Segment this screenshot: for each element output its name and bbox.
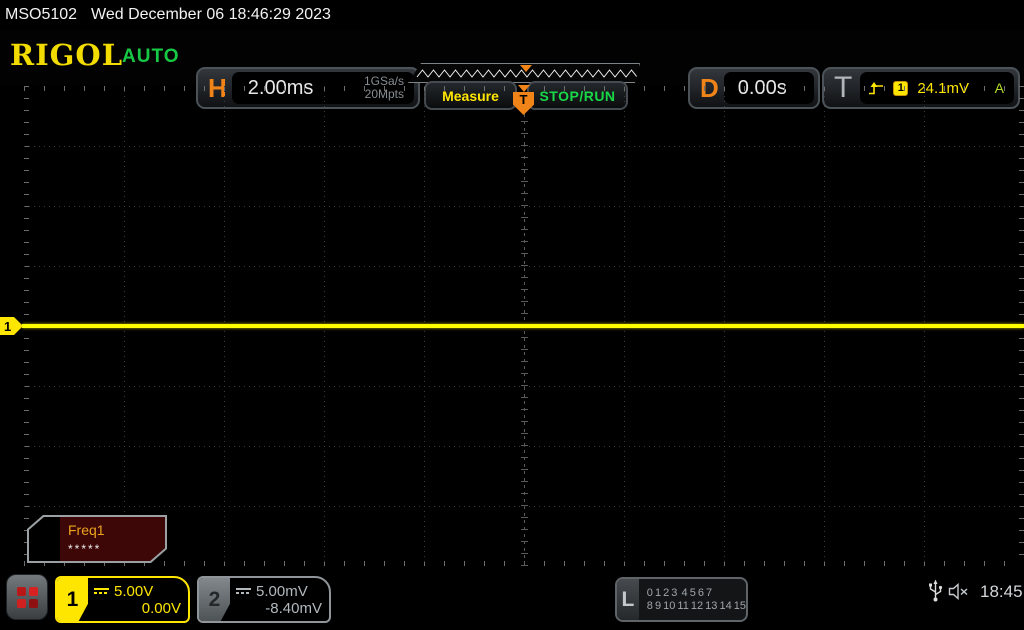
graticule-grid-line — [24, 386, 1024, 387]
measurement-text-area: Freq1 ***** — [60, 517, 165, 561]
graticule-grid-line — [24, 506, 1024, 507]
memory-position-indicator[interactable] — [408, 63, 640, 83]
ch1-position-marker[interactable]: 1 — [0, 317, 23, 335]
channel-2-scale: 5.00mV — [256, 582, 308, 600]
dc-coupling-icon — [94, 588, 109, 594]
logic-channel-numbers: 0 1 2 3 4 5 6 7 8 9 10 11 12 13 14 15 — [639, 579, 746, 620]
ch1-marker-label: 1 — [4, 318, 12, 334]
graticule-grid-line — [24, 266, 1024, 267]
channel-1-number: 1 — [57, 578, 88, 621]
measurement-label: Freq1 — [68, 522, 105, 538]
usb-icon — [929, 579, 943, 602]
memory-trigger-position-icon — [520, 65, 532, 72]
measurement-item-freq1[interactable]: Freq1 ***** — [27, 515, 167, 563]
measurement-item-inner: Freq1 ***** — [29, 517, 165, 561]
trigger-position-arrow-icon — [518, 85, 530, 92]
dc-coupling-icon — [236, 588, 251, 594]
windows-button[interactable] — [6, 574, 48, 620]
channel-2-status[interactable]: 2 5.00mV -8.40mV — [197, 576, 331, 623]
graticule-grid-line — [24, 146, 1024, 147]
logic-analyzer-label: L — [617, 579, 639, 620]
header-bar: RIGOL AUTO H 2.00ms 1GSa/s 20Mpts Measur… — [0, 30, 1024, 110]
channel-2-number: 2 — [199, 578, 230, 621]
channel-1-values: 5.00V 0.00V — [88, 578, 188, 621]
acquire-mode-label: AUTO — [122, 46, 180, 67]
graticule-grid-line — [24, 446, 1024, 447]
status-bar: MSO5102 Wed December 06 18:46:29 2023 — [0, 0, 1024, 30]
logic-analyzer-status[interactable]: L 0 1 2 3 4 5 6 7 8 9 10 11 12 13 14 15 — [615, 577, 748, 622]
ch1-waveform-trace — [22, 324, 1024, 328]
channel-1-scale: 5.00V — [114, 582, 154, 600]
channel-2-offset: -8.40mV — [265, 599, 322, 617]
model-label: MSO5102 — [5, 6, 78, 23]
graticule-grid-line — [24, 206, 1024, 207]
datetime-label: Wed December 06 18:46:29 2023 — [91, 6, 331, 23]
oscilloscope-screen: MSO5102 Wed December 06 18:46:29 2023 RI… — [0, 0, 1024, 630]
windows-icon — [16, 586, 38, 608]
channel-1-status[interactable]: 1 5.00V 0.00V — [55, 576, 190, 623]
speaker-muted-icon — [948, 583, 968, 600]
channel-2-values: 5.00mV -8.40mV — [230, 578, 329, 621]
brand-logo: RIGOL — [10, 38, 124, 72]
channel-1-offset: 0.00V — [141, 599, 181, 617]
bottom-bar: 1 5.00V 0.00V 2 5.00mV -8.40mV L 0 1 2 3… — [0, 570, 1024, 630]
measurement-value: ***** — [68, 542, 102, 556]
clock-label: 18:45 — [980, 582, 1023, 601]
logic-channels-row1: 0 1 2 3 4 5 6 7 — [646, 586, 713, 599]
measurement-icon-area — [29, 517, 60, 561]
logic-channels-row2: 8 9 10 11 12 13 14 15 — [646, 599, 746, 612]
